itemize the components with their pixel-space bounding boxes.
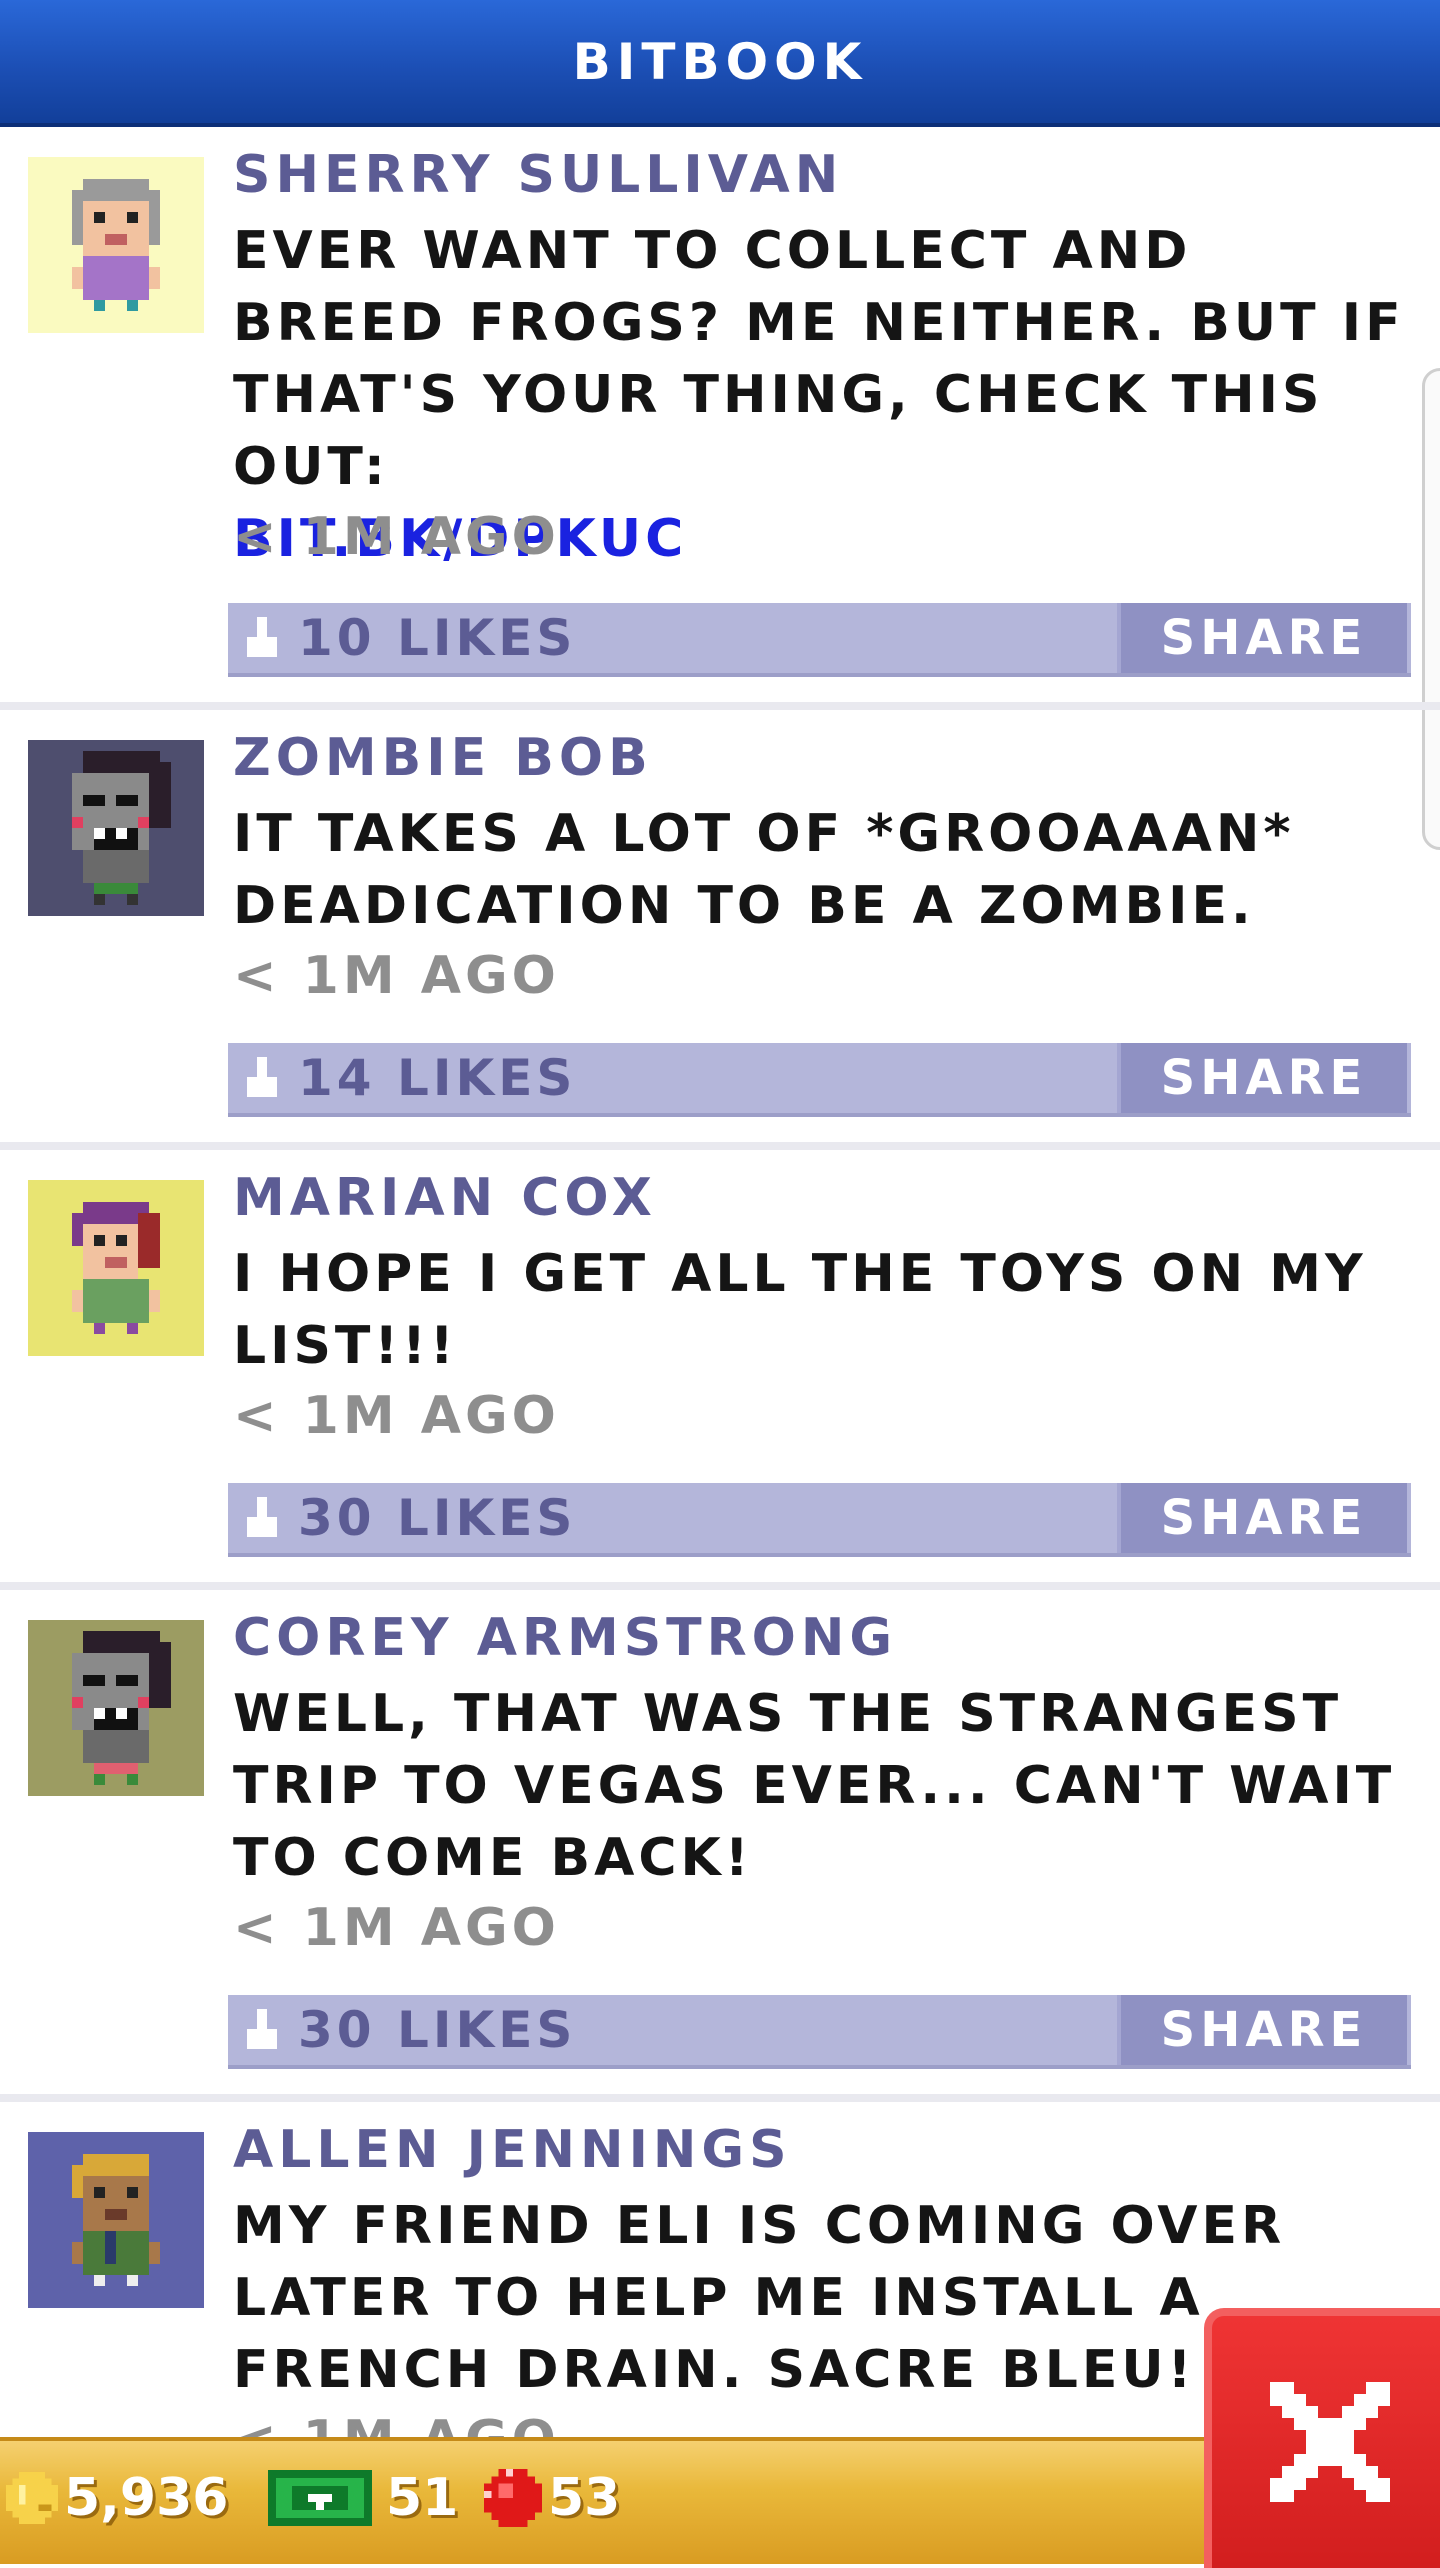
likes-count: 14 LIKES — [298, 1049, 577, 1107]
bux-stat[interactable]: 51 — [268, 2463, 458, 2533]
bux-cash-icon — [268, 2470, 372, 2526]
post-text: I HOPE I GET ALL THE TOYS ON MY LIST!!! — [233, 1244, 1367, 1376]
coins-stat[interactable]: 5,936 — [6, 2463, 228, 2533]
post-time: < 1M AGO — [233, 507, 560, 567]
feed-post: COREY ARMSTRONG WELL, THAT WAS THE STRAN… — [0, 1590, 1440, 2102]
post-message: I HOPE I GET ALL THE TOYS ON MY LIST!!! — [233, 1238, 1413, 1382]
post-text: MY FRIEND ELI IS COMING OVER LATER TO HE… — [233, 2196, 1286, 2400]
likes-count: 10 LIKES — [298, 609, 577, 667]
likes-count: 30 LIKES — [298, 1489, 577, 1547]
token-gem-icon — [484, 2469, 542, 2527]
like-bar: 30 LIKES SHARE — [228, 1483, 1411, 1557]
feed-post: MARIAN COX I HOPE I GET ALL THE TOYS ON … — [0, 1150, 1440, 1590]
share-button[interactable]: SHARE — [1117, 1483, 1407, 1553]
author-name[interactable]: COREY ARMSTRONG — [233, 1608, 897, 1668]
author-name[interactable]: ZOMBIE BOB — [233, 728, 653, 788]
tokens-count: 53 — [548, 2468, 621, 2528]
bux-count: 51 — [386, 2468, 459, 2528]
like-bar: 10 LIKES SHARE — [228, 603, 1411, 677]
post-message: WELL, THAT WAS THE STRANGEST TRIP TO VEG… — [233, 1678, 1413, 1894]
author-avatar — [28, 740, 204, 916]
author-avatar — [28, 2132, 204, 2308]
feed-post: ZOMBIE BOB IT TAKES A LOT OF *GROOAAAN* … — [0, 710, 1440, 1150]
app-title: BITBOOK — [572, 32, 868, 91]
author-name[interactable]: MARIAN COX — [233, 1168, 657, 1228]
author-name[interactable]: ALLEN JENNINGS — [233, 2120, 792, 2180]
post-time: < 1M AGO — [233, 1898, 560, 1958]
thumbs-up-icon[interactable] — [242, 611, 282, 663]
coin-icon — [6, 2472, 58, 2524]
post-divider — [0, 1582, 1440, 1590]
share-button[interactable]: SHARE — [1117, 603, 1407, 673]
thumbs-up-icon[interactable] — [242, 1491, 282, 1543]
post-time: < 1M AGO — [233, 1386, 560, 1446]
feed-post: SHERRY SULLIVAN EVER WANT TO COLLECT AND… — [0, 127, 1440, 710]
close-button[interactable] — [1204, 2308, 1440, 2568]
tokens-stat[interactable]: 53 — [484, 2463, 620, 2533]
post-text: WELL, THAT WAS THE STRANGEST TRIP TO VEG… — [233, 1684, 1396, 1888]
post-divider — [0, 702, 1440, 710]
post-message: IT TAKES A LOT OF *GROOAAAN* DEADICATION… — [233, 798, 1413, 942]
share-button[interactable]: SHARE — [1117, 1043, 1407, 1113]
post-text: EVER WANT TO COLLECT AND BREED FROGS? ME… — [233, 221, 1405, 497]
author-avatar — [28, 157, 204, 333]
author-avatar — [28, 1180, 204, 1356]
likes-count: 30 LIKES — [298, 2001, 577, 2059]
post-divider — [0, 1142, 1440, 1150]
author-name[interactable]: SHERRY SULLIVAN — [233, 145, 843, 205]
post-divider — [0, 2094, 1440, 2102]
close-icon — [1270, 2382, 1390, 2502]
app-header: BITBOOK — [0, 0, 1440, 127]
post-time: < 1M AGO — [233, 946, 560, 1006]
bitbook-feed[interactable]: SHERRY SULLIVAN EVER WANT TO COLLECT AND… — [0, 127, 1440, 2437]
share-button[interactable]: SHARE — [1117, 1995, 1407, 2065]
thumbs-up-icon[interactable] — [242, 2003, 282, 2055]
post-time: < 1M AGO — [233, 2410, 560, 2437]
author-avatar — [28, 1620, 204, 1796]
coins-count: 5,936 — [64, 2468, 229, 2528]
thumbs-up-icon[interactable] — [242, 1051, 282, 1103]
post-text: IT TAKES A LOT OF *GROOAAAN* DEADICATION… — [233, 804, 1295, 936]
like-bar: 14 LIKES SHARE — [228, 1043, 1411, 1117]
like-bar: 30 LIKES SHARE — [228, 1995, 1411, 2069]
